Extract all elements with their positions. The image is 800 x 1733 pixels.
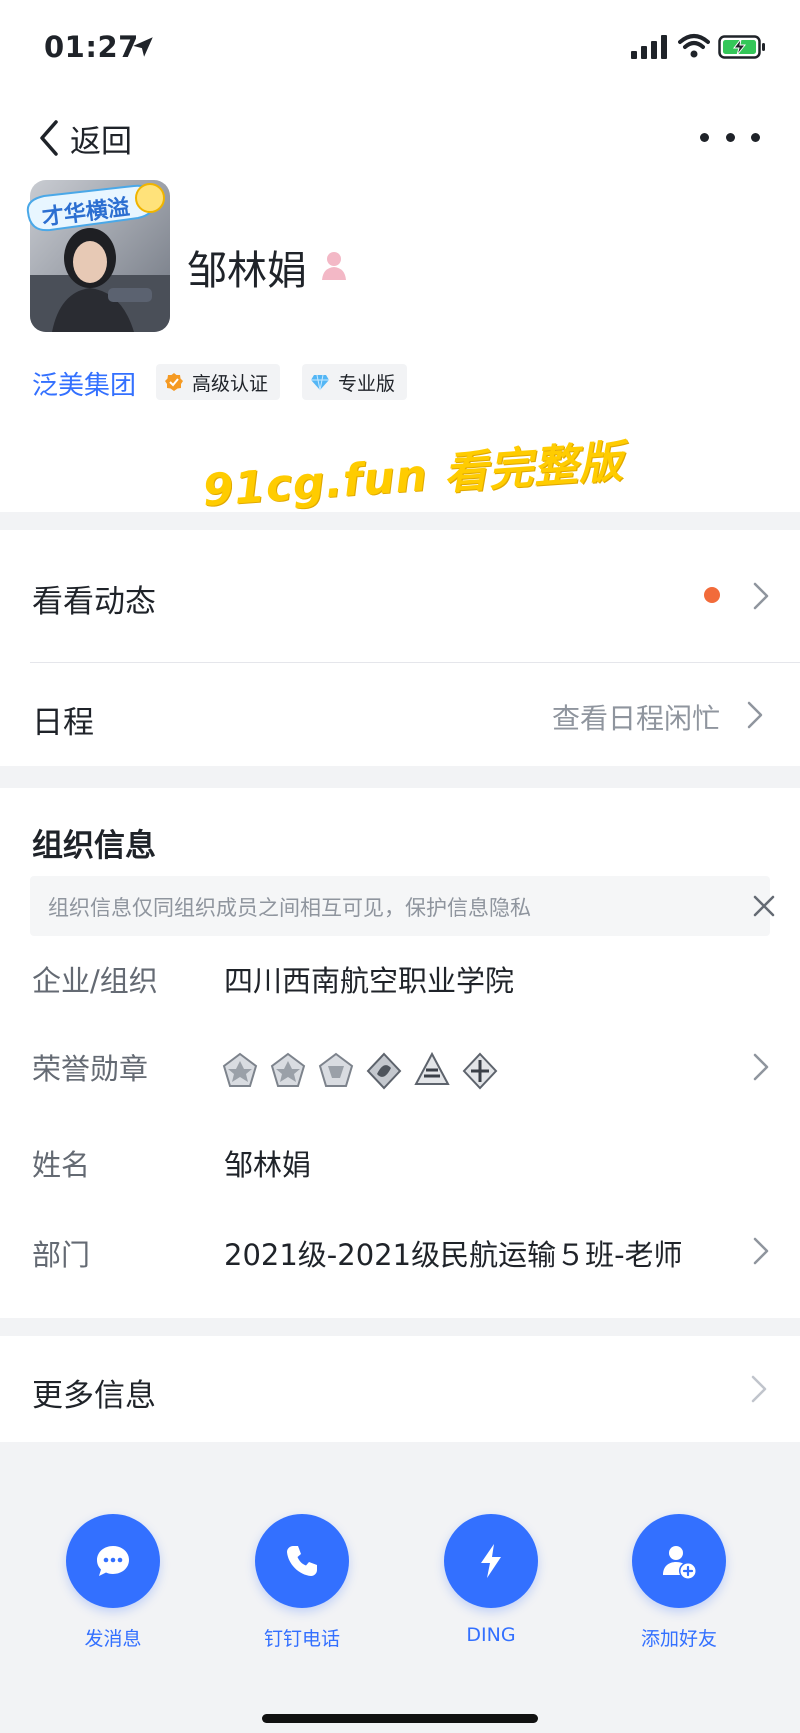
info-label: 企业/组织 (32, 964, 158, 998)
verified-badge-icon (165, 373, 183, 391)
tag-label: 专业版 (338, 372, 396, 395)
medal-icon (222, 1052, 258, 1087)
action-circle (444, 1514, 538, 1608)
tag-label: 高级认证 (192, 372, 269, 395)
dot-icon (751, 132, 760, 142)
medal-icon (318, 1052, 354, 1087)
info-value: 四川西南航空职业学院 (224, 964, 515, 998)
nav-bar: 返回 (0, 108, 800, 168)
advanced-cert-tag[interactable]: 高级认证 (156, 364, 281, 400)
dot-icon (700, 132, 709, 142)
wifi-icon (678, 34, 710, 58)
action-label: 添加好友 (640, 1628, 717, 1650)
send-message-button[interactable]: 发消息 (43, 1514, 183, 1651)
lightning-icon (481, 1544, 501, 1578)
action-circle (66, 1514, 160, 1608)
info-value: 邹林娟 (224, 1148, 312, 1182)
diamond-icon (311, 374, 329, 391)
location-arrow-icon (133, 37, 153, 57)
info-label: 姓名 (32, 1148, 91, 1182)
battery-charging-icon (718, 35, 765, 59)
info-value: 2021级-2021级民航运输５班-老师 (224, 1238, 683, 1272)
phone-icon (287, 1546, 317, 1576)
chevron-right-icon (753, 582, 769, 610)
dingtalk-call-button[interactable]: 钉钉电话 (232, 1514, 372, 1651)
status-bar: 01:27 (0, 0, 800, 100)
action-circle (255, 1514, 349, 1608)
medal-icon (366, 1052, 402, 1090)
notice-text: 组织信息仅同组织成员之间相互可见，保护信息隐私 (48, 896, 531, 920)
medal-list (222, 1052, 498, 1090)
status-time: 01:27 (44, 30, 139, 64)
org-link[interactable]: 泛美集团 (32, 365, 136, 402)
name-row: 姓名 邹林娟 (0, 1142, 800, 1202)
chevron-right-icon (751, 1375, 767, 1403)
org-info-card: 组织信息 组织信息仅同组织成员之间相互可见，保护信息隐私 企业/组织 四川西南航… (0, 788, 800, 1318)
feed-label: 看看动态 (32, 584, 156, 620)
info-label: 荣誉勋章 (32, 1052, 149, 1086)
cellular-signal-icon (631, 35, 667, 59)
promo-watermark: 91cg.fun 看完整版 (201, 436, 626, 517)
chevron-right-icon (753, 1237, 769, 1265)
info-label: 部门 (32, 1238, 91, 1272)
action-circle (632, 1514, 726, 1608)
medal-icon (270, 1052, 306, 1087)
more-info-label: 更多信息 (32, 1378, 156, 1414)
female-icon (322, 252, 346, 280)
schedule-row[interactable]: 日程 查看日程闲忙 (0, 663, 800, 766)
department-row[interactable]: 部门 2021级-2021级民航运输５班-老师 (0, 1232, 800, 1292)
more-info-row[interactable]: 更多信息 (0, 1336, 800, 1442)
add-friend-icon (663, 1546, 696, 1579)
schedule-label: 日程 (32, 705, 94, 741)
ding-button[interactable]: DING (421, 1514, 561, 1646)
feed-row[interactable]: 看看动态 (0, 530, 800, 662)
profile-name: 邹林娟 (187, 248, 307, 294)
action-label: 钉钉电话 (263, 1628, 340, 1650)
chevron-right-icon (753, 1053, 769, 1081)
chevron-left-icon (40, 120, 58, 156)
new-dot-indicator (704, 587, 720, 603)
back-label: 返回 (70, 123, 132, 160)
schedule-hint: 查看日程闲忙 (552, 702, 721, 735)
add-friend-button[interactable]: 添加好友 (609, 1514, 749, 1651)
talent-badge-icon: 才华横溢 (26, 183, 165, 232)
back-button[interactable]: 返回 (32, 116, 132, 160)
profile-header: 01:27 返回 才华横溢 邹林娟 泛美集团 高级认证 专业版 91cg.fun… (0, 0, 800, 517)
privacy-notice: 组织信息仅同组织成员之间相互可见，保护信息隐私 (30, 876, 775, 936)
chevron-right-icon (747, 701, 763, 729)
pro-edition-tag[interactable]: 专业版 (302, 364, 408, 400)
chat-bubble-icon (97, 1546, 129, 1576)
dot-icon (725, 132, 735, 142)
action-label: 发消息 (84, 1628, 142, 1650)
action-bar: 发消息 钉钉电话 DING 添加好友 (0, 1442, 800, 1733)
more-options-button[interactable] (700, 122, 760, 152)
medal-icon (414, 1052, 450, 1085)
medal-icon (462, 1052, 498, 1090)
close-icon[interactable] (750, 892, 778, 920)
home-indicator[interactable] (262, 1714, 538, 1723)
section-title: 组织信息 (32, 828, 156, 864)
action-label: DING (466, 1624, 516, 1646)
org-row: 企业/组织 四川西南航空职业学院 (0, 958, 800, 1018)
feed-schedule-card: 看看动态 日程 查看日程闲忙 (0, 530, 800, 766)
medals-row[interactable]: 荣誉勋章 (0, 1028, 800, 1108)
